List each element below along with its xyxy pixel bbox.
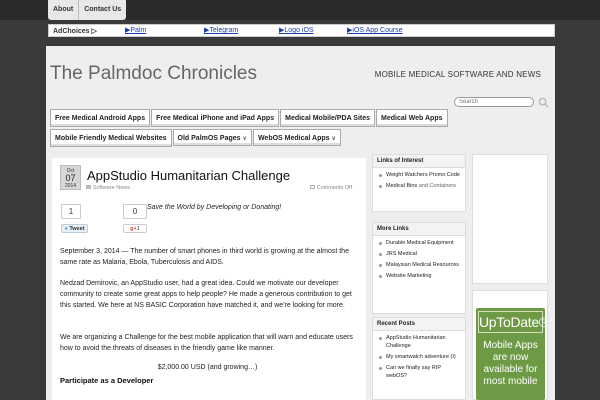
widget-links-of-interest: Links of Interest Weight Watchers Promo … <box>372 154 466 212</box>
chevron-down-icon: ∨ <box>242 136 247 142</box>
list-item[interactable]: Durable Medical Equipment <box>377 239 461 247</box>
post-paragraph-1: September 3, 2014 — The number of smart … <box>60 248 349 266</box>
ad-panel-empty <box>472 154 548 284</box>
list-item[interactable]: Can we finally say RIP webOS? <box>377 364 461 380</box>
ad-line: Mobile Apps <box>483 340 538 351</box>
widget-recent-posts: Recent Posts AppStudio Humanitarian Chal… <box>372 317 466 400</box>
top-navigation: About Contact Us <box>48 0 127 20</box>
ad-link-ios-app-course[interactable]: ▶iOS App Course <box>347 26 403 34</box>
post-paragraph-3: We are organizing a Challenge for the be… <box>60 334 353 352</box>
category-free-medical-iphone-ipad-apps[interactable]: Free Medical iPhone and iPad Apps <box>151 109 280 127</box>
ad-line: are now <box>492 352 529 363</box>
widget-title: Recent Posts <box>373 318 465 331</box>
chevron-down-icon: ∨ <box>331 136 336 142</box>
list-item[interactable]: JRS Medical <box>377 250 461 258</box>
search-input[interactable] <box>454 97 534 107</box>
list-item[interactable]: AppStudio Humanitarian Challenge <box>377 334 461 350</box>
post-category[interactable]: Software News <box>86 185 130 191</box>
ad-link-palm[interactable]: ▶Palm <box>125 26 146 34</box>
post-date: Oct 07 2014 <box>60 165 81 190</box>
tweet-count: 1 <box>61 204 81 219</box>
category-navigation: Free Medical Android Apps Free Medical i… <box>50 109 542 149</box>
nav-contact-us[interactable]: Contact Us <box>79 0 126 20</box>
gplus-count: 0 <box>123 204 147 219</box>
post-title[interactable]: AppStudio Humanitarian Challenge <box>87 168 290 183</box>
section-heading: Participate as a Developer <box>60 376 154 385</box>
page-container: The Palmdoc Chronicles MOBILE MEDICAL SO… <box>46 46 555 400</box>
uptodate-ad[interactable]: UpToDate® Mobile Apps are now available … <box>476 308 545 400</box>
list-item[interactable]: Weight Watchers Promo Code <box>377 171 461 179</box>
site-title[interactable]: The Palmdoc Chronicles <box>50 63 257 85</box>
folder-icon <box>86 185 91 189</box>
widget-title: Links of Interest <box>373 155 465 168</box>
list-item[interactable]: My smartwatch adventure (I) <box>377 353 461 361</box>
nav-about[interactable]: About <box>48 0 80 20</box>
category-medical-mobile-pda-sites[interactable]: Medical Mobile/PDA Sites <box>280 109 376 127</box>
adchoices-label[interactable]: AdChoices ▷ <box>53 27 125 35</box>
site-tagline: MOBILE MEDICAL SOFTWARE AND NEWS <box>374 70 541 79</box>
twitter-icon: ● <box>64 226 68 232</box>
ad-link-telegram[interactable]: ▶Telegram <box>204 26 238 34</box>
list-item[interactable]: Website Marketing <box>377 272 461 280</box>
category-mobile-friendly-medical-websites[interactable]: Mobile Friendly Medical Websites <box>50 129 172 147</box>
tweet-button[interactable]: ● Tweet <box>61 224 88 233</box>
comment-icon <box>309 185 315 189</box>
category-free-medical-android-apps[interactable]: Free Medical Android Apps <box>50 109 151 127</box>
ad-links-bar: AdChoices ▷ ▶Palm ▶Telegram ▶Logo iOS ▶i… <box>48 24 555 37</box>
post-slogan: Save the World by Developing or Donating… <box>147 204 282 211</box>
gplus-button[interactable]: g+1 <box>123 224 147 233</box>
widget-more-links: More Links Durable Medical Equipment JRS… <box>372 222 466 314</box>
category-medical-web-apps[interactable]: Medical Web Apps <box>376 109 448 127</box>
ad-link-logo-ios[interactable]: ▶Logo iOS <box>279 26 314 34</box>
post-paragraph-2: Nedzad Demirovic, an AppStudio user, had… <box>60 280 352 309</box>
top-bar: About Contact Us <box>0 0 600 20</box>
list-item[interactable]: Malaysian Medical Resources <box>377 261 461 269</box>
uptodate-logo: UpToDate® <box>478 311 545 333</box>
category-old-palmos-pages[interactable]: Old PalmOS Pages ∨ <box>172 129 252 146</box>
ad-line: available for <box>483 364 538 375</box>
post-comments[interactable]: Comments Off <box>309 185 352 191</box>
widget-title: More Links <box>373 223 465 236</box>
search-icon[interactable] <box>538 97 549 108</box>
category-webos-medical-apps[interactable]: WebOS Medical Apps ∨ <box>252 129 341 146</box>
ad-line: most mobile <box>483 376 538 387</box>
list-item[interactable]: Medical Bins and Containers <box>377 182 461 190</box>
prize-amount: $2,000.00 USD (and growing…) <box>157 364 258 371</box>
